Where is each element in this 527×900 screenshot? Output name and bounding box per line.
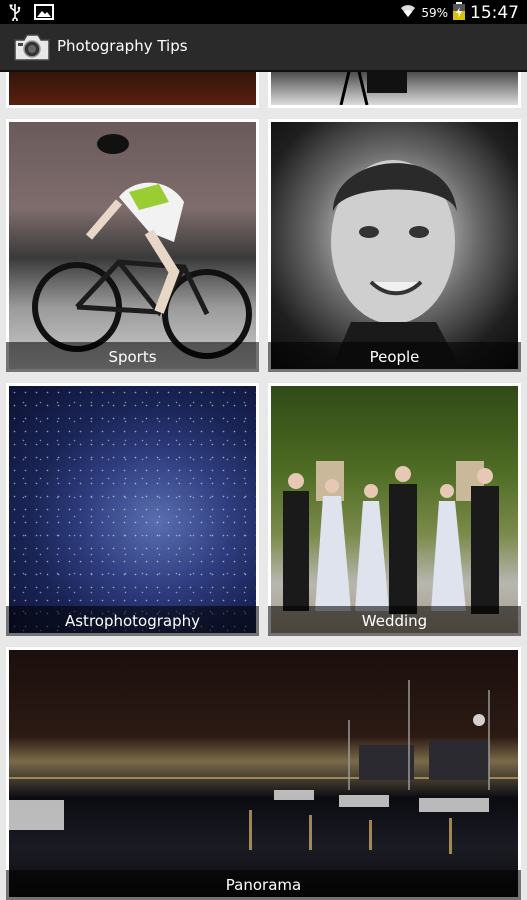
usb-icon — [8, 3, 22, 25]
category-label: Sports — [6, 342, 259, 372]
category-image — [9, 386, 256, 633]
category-label: Panorama — [6, 870, 521, 900]
category-image — [271, 122, 518, 369]
category-image — [9, 122, 256, 369]
category-label: People — [268, 342, 521, 372]
action-bar: Photography Tips — [0, 24, 527, 72]
category-image — [271, 72, 518, 105]
category-tile-wedding[interactable]: Wedding — [268, 383, 521, 636]
stars-texture — [9, 386, 256, 633]
category-image — [271, 386, 518, 633]
category-image — [9, 650, 518, 897]
category-tile-top-right[interactable] — [268, 72, 521, 108]
status-bar: 59% 15:47 — [0, 0, 527, 24]
clock: 15:47 — [470, 3, 519, 23]
battery-icon — [452, 1, 466, 25]
category-tile-people[interactable]: People — [268, 119, 521, 372]
wifi-icon — [399, 2, 417, 24]
category-image — [9, 72, 256, 105]
category-grid: Sports People Astrophotography Wedding P… — [0, 72, 527, 900]
category-tile-top-left[interactable] — [6, 72, 259, 108]
camera-app-icon[interactable] — [12, 30, 52, 64]
category-tile-astrophotography[interactable]: Astrophotography — [6, 383, 259, 636]
app-title: Photography Tips — [57, 37, 188, 55]
category-tile-sports[interactable]: Sports — [6, 119, 259, 372]
category-tile-panorama[interactable]: Panorama — [6, 647, 521, 900]
battery-percent: 59% — [421, 6, 448, 20]
image-icon — [34, 3, 54, 25]
category-label: Astrophotography — [6, 606, 259, 636]
category-label: Wedding — [268, 606, 521, 636]
